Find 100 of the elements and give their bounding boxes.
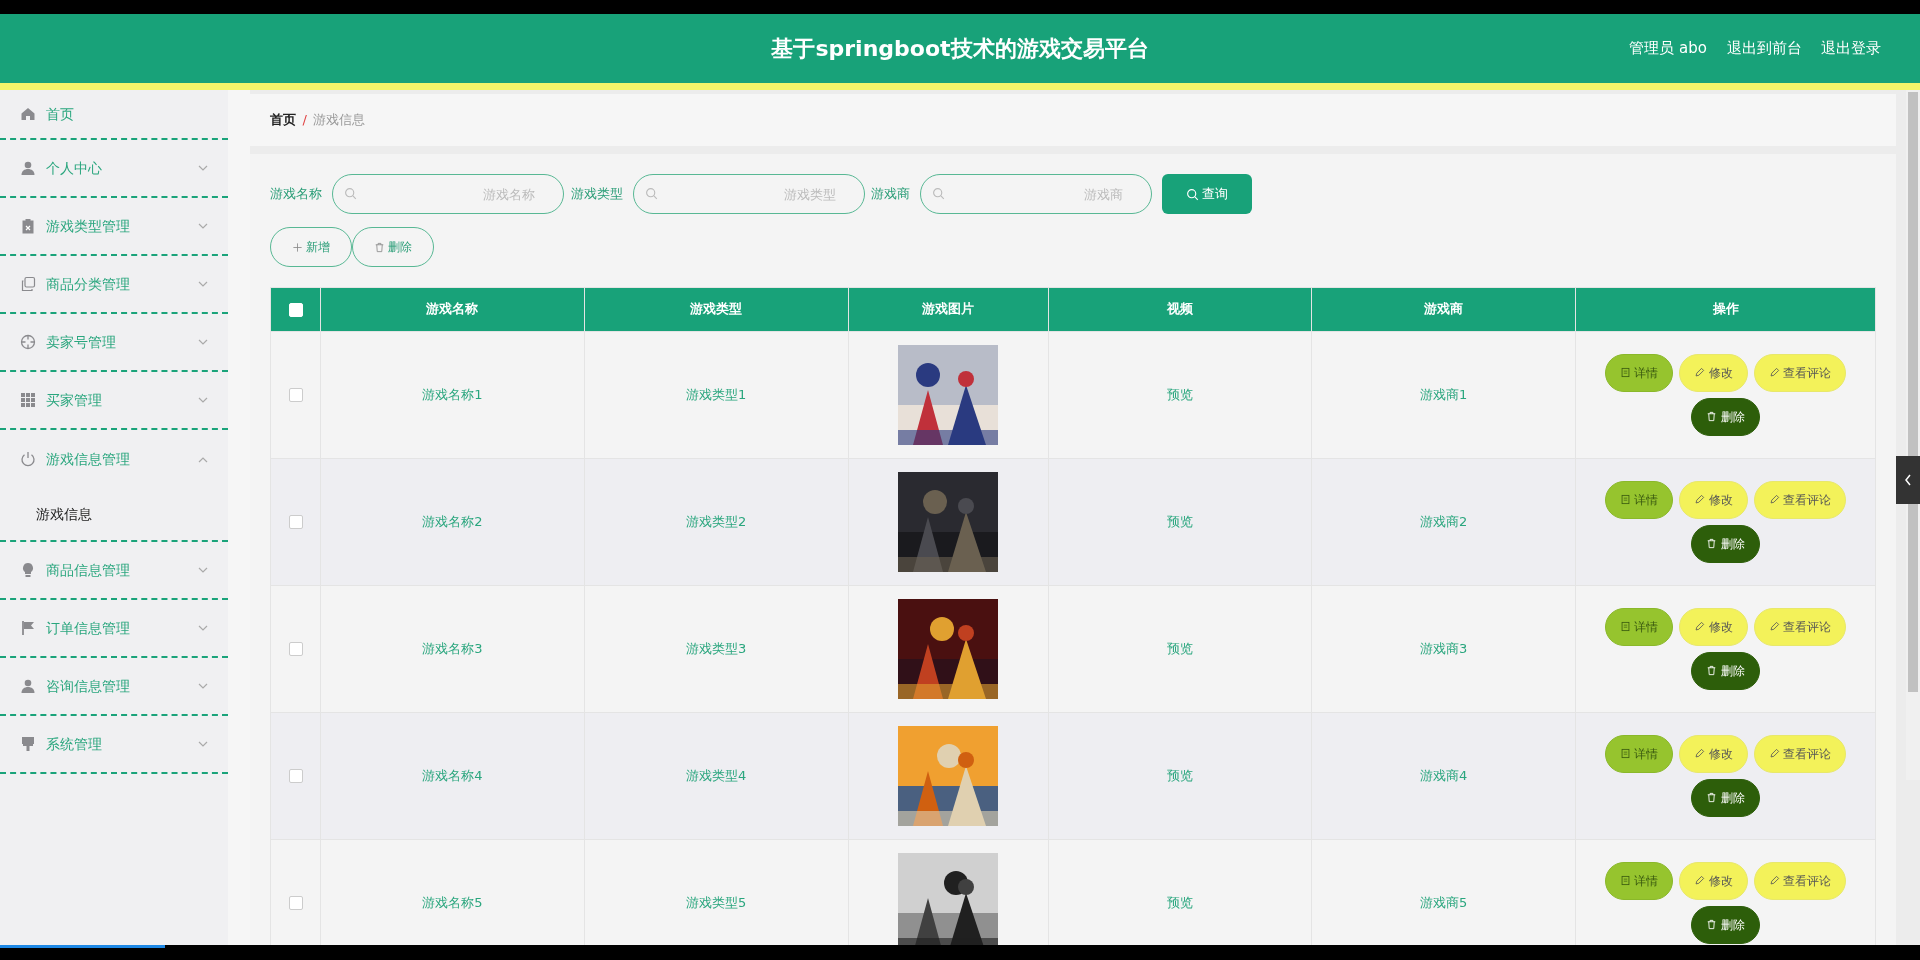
delete-button[interactable]: 删除 xyxy=(1691,524,1760,563)
pencil-icon xyxy=(1768,621,1780,632)
edit-button[interactable]: 修改 xyxy=(1679,480,1748,519)
table-cell: 游戏商4 xyxy=(1420,767,1468,783)
pencil-icon xyxy=(1768,367,1780,378)
grid-icon xyxy=(20,392,36,408)
document-icon xyxy=(1620,875,1632,886)
edit-button[interactable]: 修改 xyxy=(1679,353,1748,392)
table-cell: 游戏名称1 xyxy=(422,386,483,402)
column-header: 视频 xyxy=(1048,287,1312,331)
chevron-left-icon xyxy=(1904,474,1912,486)
trash-icon xyxy=(1706,919,1718,930)
comments-button[interactable]: 查看评论 xyxy=(1753,861,1846,900)
table-cell: 游戏类型2 xyxy=(686,513,747,529)
comments-button[interactable]: 查看评论 xyxy=(1753,480,1846,519)
table-cell: 游戏名称3 xyxy=(422,640,483,656)
user-icon xyxy=(20,678,36,694)
comments-button[interactable]: 查看评论 xyxy=(1753,353,1846,392)
search-icon xyxy=(644,187,658,200)
details-button[interactable]: 详情 xyxy=(1605,480,1674,519)
breadcrumb-item: 游戏信息 xyxy=(313,111,366,130)
plus-icon xyxy=(291,241,303,253)
breadcrumb-item[interactable]: 首页 xyxy=(270,110,296,130)
comments-button[interactable]: 查看评论 xyxy=(1753,607,1846,646)
document-icon xyxy=(1620,494,1632,505)
row-checkbox[interactable] xyxy=(288,642,303,657)
search-button[interactable]: 查询 xyxy=(1161,174,1252,214)
table-cell: 游戏名称5 xyxy=(422,894,483,910)
table-cell: 游戏类型5 xyxy=(686,894,747,910)
pencil-icon xyxy=(1694,621,1706,632)
table-cell: 游戏名称4 xyxy=(422,767,483,783)
row-checkbox[interactable] xyxy=(288,769,303,784)
row-checkbox[interactable] xyxy=(288,896,303,911)
table-cell: 游戏商3 xyxy=(1420,640,1468,656)
table-cell: 游戏类型4 xyxy=(686,767,747,783)
table-cell: 游戏商2 xyxy=(1420,513,1468,529)
pencil-icon xyxy=(1768,875,1780,886)
field-label: 游戏商 xyxy=(871,185,910,204)
table-cell: 游戏商1 xyxy=(1420,386,1468,402)
sidebar-item[interactable]: 游戏信息管理 xyxy=(0,430,228,488)
column-header: 游戏图片 xyxy=(848,287,1048,331)
search-icon xyxy=(344,187,357,200)
document-icon xyxy=(1620,621,1632,632)
pencil-icon xyxy=(1768,494,1780,505)
clipboard-icon xyxy=(20,218,36,234)
delete-button[interactable]: 删除 xyxy=(1691,651,1760,690)
search-icon xyxy=(932,187,945,200)
comments-button[interactable]: 查看评论 xyxy=(1753,734,1846,773)
table-cell: 游戏类型3 xyxy=(686,640,747,656)
app-title: 基于springboot技术的游戏交易平台 xyxy=(771,35,1149,63)
preview-link[interactable]: 预览 xyxy=(1166,640,1193,656)
delete-button[interactable]: 删除 xyxy=(352,227,434,267)
pencil-icon xyxy=(1694,875,1706,886)
column-header: 游戏类型 xyxy=(584,287,848,331)
column-header: 游戏商 xyxy=(1311,287,1576,331)
submenu-item[interactable]: 游戏信息 xyxy=(0,488,228,540)
admin-link[interactable]: 管理员 abo xyxy=(1629,37,1707,60)
document-icon xyxy=(1620,367,1632,378)
preview-link[interactable]: 预览 xyxy=(1166,767,1193,783)
edit-button[interactable]: 修改 xyxy=(1679,607,1748,646)
copy-icon xyxy=(20,276,36,292)
pencil-icon xyxy=(1768,748,1780,759)
crosshair-icon xyxy=(20,334,36,350)
edit-button[interactable]: 修改 xyxy=(1679,861,1748,900)
scrollbar[interactable] xyxy=(1906,90,1920,780)
trash-icon xyxy=(1706,538,1718,549)
details-button[interactable]: 详情 xyxy=(1605,607,1674,646)
field-label: 游戏名称 xyxy=(270,185,322,204)
lightbulb-icon xyxy=(20,562,36,578)
details-button[interactable]: 详情 xyxy=(1605,861,1674,900)
table-cell: 游戏名称2 xyxy=(422,513,483,529)
pencil-icon xyxy=(1694,494,1706,505)
brush-icon xyxy=(20,736,36,752)
frontend-link[interactable]: 退出到前台 xyxy=(1726,37,1802,60)
home-icon xyxy=(20,106,36,122)
preview-link[interactable]: 预览 xyxy=(1166,894,1193,910)
edit-button[interactable]: 修改 xyxy=(1679,734,1748,773)
delete-button[interactable]: 删除 xyxy=(1691,397,1760,436)
row-checkbox[interactable] xyxy=(288,515,303,530)
pencil-icon xyxy=(1694,748,1706,759)
column-header: 游戏名称 xyxy=(320,287,585,331)
add-button[interactable]: 新增 xyxy=(270,227,352,267)
trash-icon xyxy=(1706,792,1718,803)
column-header: 操作 xyxy=(1575,287,1876,331)
trash-icon xyxy=(373,241,385,253)
delete-button[interactable]: 删除 xyxy=(1691,905,1760,944)
document-icon xyxy=(1620,748,1632,759)
details-button[interactable]: 详情 xyxy=(1605,734,1674,773)
delete-button[interactable]: 删除 xyxy=(1691,778,1760,817)
logout-link[interactable]: 退出登录 xyxy=(1821,37,1881,60)
breadcrumb-separator: / xyxy=(302,111,307,130)
row-checkbox[interactable] xyxy=(288,388,303,403)
pencil-icon xyxy=(1694,367,1706,378)
collapse-tab[interactable] xyxy=(1896,456,1920,504)
flag-icon xyxy=(20,620,36,636)
preview-link[interactable]: 预览 xyxy=(1166,386,1193,402)
field-label: 游戏类型 xyxy=(570,185,623,204)
preview-link[interactable]: 预览 xyxy=(1166,513,1193,529)
select-all-checkbox[interactable] xyxy=(288,302,303,317)
details-button[interactable]: 详情 xyxy=(1605,353,1674,392)
